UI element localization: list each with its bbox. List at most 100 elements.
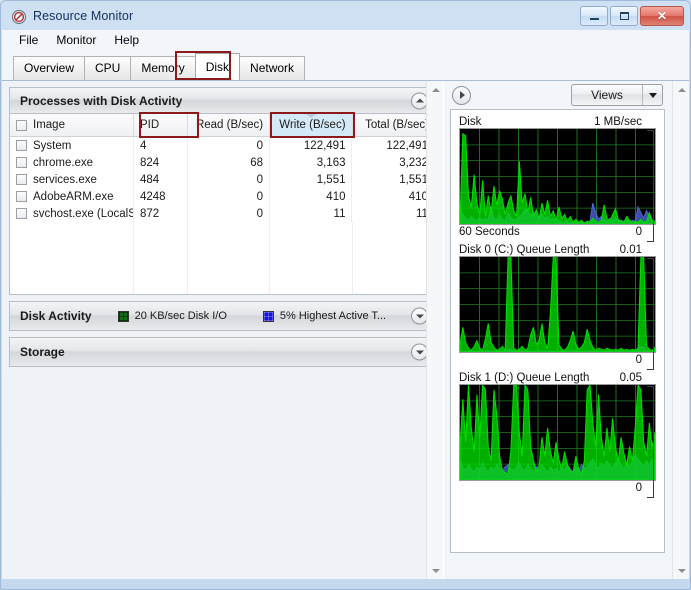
graph-disk1-scale: 0.05 [619, 372, 642, 384]
graph-disk1-ymin: 0 [635, 482, 642, 494]
maximize-icon [619, 12, 629, 20]
cell-image-label: svchost.exe (LocalS... [33, 207, 133, 220]
cell-total: 1,551 [352, 171, 435, 188]
cell-image-label: services.exe [33, 173, 97, 186]
cell-total: 3,232 [352, 154, 435, 171]
minimize-icon [589, 18, 599, 20]
cell-read: 0 [188, 205, 270, 222]
legend-swatch-blue [262, 310, 274, 322]
graph-disk1-title: Disk 1 (D:) Queue Length [459, 372, 590, 384]
column-header-write-label: Write (B/sec) [279, 119, 346, 131]
maximize-button[interactable] [610, 6, 638, 26]
cell-total: 410 [352, 188, 435, 205]
table-row[interactable]: svchost.exe (LocalS... 872 0 11 11 [10, 205, 435, 222]
graph-disk0-footer: 0 [459, 354, 656, 366]
graph-disk0-ymin: 0 [635, 354, 642, 366]
graph-disk-xlabel: 60 Seconds [459, 226, 520, 238]
column-header-read-label: Read (B/sec) [195, 119, 264, 131]
disk-activity-legend-active: 5% Highest Active T... [262, 310, 386, 322]
table-body: System 4 0 122,491 122,491 chrome.exe 82… [10, 137, 435, 222]
chevron-right-icon[interactable] [452, 85, 471, 105]
left-pane: Processes with Disk Activity Image PID R… [2, 81, 444, 579]
row-checkbox[interactable] [16, 208, 27, 219]
graph-panel: Disk 1 MB/sec 60 Seconds 0 Disk 0 (C:) Q… [450, 109, 665, 553]
table-row[interactable]: System 4 0 122,491 122,491 [10, 137, 435, 154]
select-all-checkbox[interactable] [16, 119, 27, 131]
column-header-write[interactable]: Write (B/sec) [270, 114, 353, 136]
left-pane-scrollbar[interactable] [426, 81, 443, 579]
minimize-button[interactable] [580, 6, 608, 26]
menu-item-file[interactable]: File [10, 31, 47, 49]
table-row[interactable]: services.exe 484 0 1,551 1,551 [10, 171, 435, 188]
tab-overview[interactable]: Overview [13, 56, 86, 80]
graph-disk0-title: Disk 0 (C:) Queue Length [459, 244, 590, 256]
disk-activity-section: Disk Activity 20 KB/sec Disk I/O 5% High… [9, 301, 436, 331]
cell-image: AdobeARM.exe [10, 188, 134, 205]
disk-activity-legend-io: 20 KB/sec Disk I/O [117, 310, 227, 322]
menu-item-monitor[interactable]: Monitor [47, 31, 105, 49]
views-button[interactable]: Views [571, 84, 663, 106]
graph-disk-footer: 60 Seconds 0 [459, 226, 656, 238]
column-header-total[interactable]: Total (B/sec) [353, 114, 435, 136]
cell-read: 0 [188, 137, 270, 154]
cell-read: 68 [188, 154, 270, 171]
row-checkbox[interactable] [16, 157, 27, 168]
table-empty-space [10, 222, 436, 294]
graph-toolbar: Views [444, 81, 671, 109]
views-dropdown-arrow-icon[interactable] [642, 85, 662, 105]
column-header-pid-label: PID [140, 119, 160, 131]
scroll-down-arrow[interactable] [427, 562, 443, 579]
scroll-up-arrow[interactable] [427, 81, 443, 98]
table-header-row: Image PID Read (B/sec) Write (B/sec) Tot… [10, 114, 435, 137]
scroll-down-arrow[interactable] [673, 562, 689, 579]
cell-image: System [10, 137, 134, 154]
tab-disk[interactable]: Disk [194, 53, 241, 80]
cell-pid: 824 [134, 154, 188, 171]
row-checkbox[interactable] [16, 140, 27, 151]
graph-disk-canvas [459, 128, 656, 225]
cell-image: services.exe [10, 171, 134, 188]
cell-pid: 484 [134, 171, 188, 188]
cell-write: 1,551 [270, 171, 353, 188]
cell-write: 410 [270, 188, 353, 205]
cell-write: 3,163 [270, 154, 353, 171]
graph-disk-scale: 1 MB/sec [594, 116, 642, 128]
cell-pid: 872 [134, 205, 188, 222]
row-checkbox[interactable] [16, 174, 27, 185]
storage-section-header[interactable]: Storage [10, 338, 435, 366]
storage-section: Storage [9, 337, 436, 367]
cell-image-label: chrome.exe [33, 156, 94, 169]
tab-network[interactable]: Network [239, 56, 306, 80]
column-header-image[interactable]: Image [10, 114, 134, 136]
cell-write: 122,491 [270, 137, 353, 154]
graph-disk0-queue: Disk 0 (C:) Queue Length 0.01 0 [459, 244, 656, 370]
close-button[interactable]: ✕ [640, 6, 684, 26]
tab-memory[interactable]: Memory [130, 56, 196, 80]
cell-image-label: System [33, 139, 72, 152]
cell-image: chrome.exe [10, 154, 134, 171]
table-row[interactable]: chrome.exe 824 68 3,163 3,232 [10, 154, 435, 171]
right-pane-scrollbar[interactable] [672, 81, 689, 579]
storage-section-title: Storage [20, 345, 65, 359]
graph-disk-title: Disk [459, 116, 482, 128]
legend-label-disk-io: 20 KB/sec Disk I/O [134, 310, 227, 322]
tab-cpu[interactable]: CPU [84, 56, 132, 80]
disk-activity-section-header[interactable]: Disk Activity 20 KB/sec Disk I/O 5% High… [10, 302, 435, 330]
table-row[interactable]: AdobeARM.exe 4248 0 410 410 [10, 188, 435, 205]
column-header-read[interactable]: Read (B/sec) [188, 114, 271, 136]
sort-indicator-icon [305, 114, 316, 118]
processes-section-header[interactable]: Processes with Disk Activity [10, 88, 435, 114]
cell-total: 11 [352, 205, 435, 222]
graph-disk: Disk 1 MB/sec 60 Seconds 0 [459, 116, 656, 242]
processes-section: Processes with Disk Activity Image PID R… [9, 87, 436, 295]
cell-image: svchost.exe (LocalS... [10, 205, 134, 222]
column-header-total-label: Total (B/sec) [365, 119, 430, 131]
scroll-up-arrow[interactable] [673, 81, 689, 98]
cell-total: 122,491 [352, 137, 435, 154]
cell-pid: 4 [134, 137, 188, 154]
row-checkbox[interactable] [16, 191, 27, 202]
menu-item-help[interactable]: Help [105, 31, 148, 49]
column-header-pid[interactable]: PID [134, 114, 188, 136]
close-icon: ✕ [656, 9, 668, 23]
resource-monitor-window: Resource Monitor ✕ File Monitor Help Ove… [0, 0, 691, 590]
